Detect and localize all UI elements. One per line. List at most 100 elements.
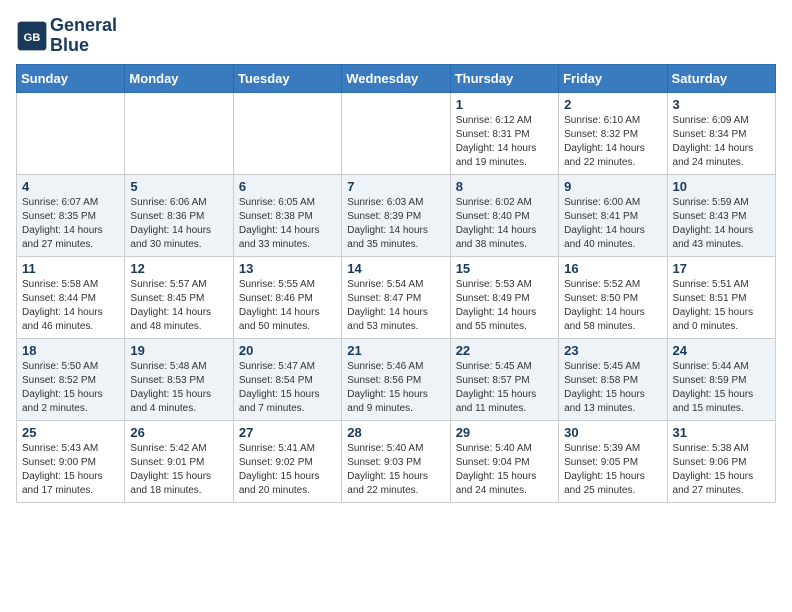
day-info: Sunrise: 5:42 AM Sunset: 9:01 PM Dayligh… <box>130 442 227 498</box>
day-info: Sunrise: 5:41 AM Sunset: 9:02 PM Dayligh… <box>239 442 336 498</box>
calendar-week-row: 18Sunrise: 5:50 AM Sunset: 8:52 PM Dayli… <box>17 338 776 420</box>
day-number: 23 <box>564 343 661 358</box>
calendar-week-row: 25 Sunrise: 5:43 AM Sunset: 9:00 PM Dayli… <box>17 420 776 502</box>
calendar-day-cell <box>233 92 341 174</box>
calendar-day-cell: 30Sunrise: 5:39 AM Sunset: 9:05 PM Dayli… <box>559 420 667 502</box>
day-info: Sunrise: 6:12 AM Sunset: 8:31 PM Dayligh… <box>456 114 553 170</box>
calendar-day-cell: 24 Sunrise: 5:44 AM Sunset: 8:59 PM Dayli… <box>667 338 775 420</box>
day-info: Sunrise: 5:51 AM Sunset: 8:51 PM Dayligh… <box>673 278 770 334</box>
day-number: 3 <box>673 97 770 112</box>
day-info: Sunrise: 5:46 AM Sunset: 8:56 PM Dayligh… <box>347 360 444 416</box>
day-number: 7 <box>347 179 444 194</box>
column-header-thursday: Thursday <box>450 64 558 92</box>
day-info: Sunrise: 5:58 AM Sunset: 8:44 PM Dayligh… <box>22 278 119 334</box>
day-info: Sunrise: 6:05 AM Sunset: 8:38 PM Dayligh… <box>239 196 336 252</box>
day-info: Sunrise: 5:55 AM Sunset: 8:46 PM Dayligh… <box>239 278 336 334</box>
day-info: Sunrise: 5:44 AM Sunset: 8:59 PM Dayligh… <box>673 360 770 416</box>
calendar-day-cell: 7 Sunrise: 6:03 AM Sunset: 8:39 PM Daylig… <box>342 174 450 256</box>
calendar-week-row: 1 Sunrise: 6:12 AM Sunset: 8:31 PM Daylig… <box>17 92 776 174</box>
day-info: Sunrise: 6:10 AM Sunset: 8:32 PM Dayligh… <box>564 114 661 170</box>
calendar-day-cell: 21 Sunrise: 5:46 AM Sunset: 8:56 PM Dayli… <box>342 338 450 420</box>
column-header-saturday: Saturday <box>667 64 775 92</box>
column-header-wednesday: Wednesday <box>342 64 450 92</box>
day-info: Sunrise: 5:53 AM Sunset: 8:49 PM Dayligh… <box>456 278 553 334</box>
day-number: 13 <box>239 261 336 276</box>
day-number: 28 <box>347 425 444 440</box>
calendar-day-cell: 25 Sunrise: 5:43 AM Sunset: 9:00 PM Dayli… <box>17 420 125 502</box>
calendar-day-cell: 5 Sunrise: 6:06 AM Sunset: 8:36 PM Daylig… <box>125 174 233 256</box>
calendar-day-cell: 29Sunrise: 5:40 AM Sunset: 9:04 PM Dayli… <box>450 420 558 502</box>
day-info: Sunrise: 5:59 AM Sunset: 8:43 PM Dayligh… <box>673 196 770 252</box>
day-number: 8 <box>456 179 553 194</box>
day-info: Sunrise: 5:45 AM Sunset: 8:58 PM Dayligh… <box>564 360 661 416</box>
calendar-day-cell: 17Sunrise: 5:51 AM Sunset: 8:51 PM Dayli… <box>667 256 775 338</box>
calendar-day-cell: 20Sunrise: 5:47 AM Sunset: 8:54 PM Dayli… <box>233 338 341 420</box>
calendar-day-cell: 3 Sunrise: 6:09 AM Sunset: 8:34 PM Daylig… <box>667 92 775 174</box>
calendar-day-cell: 16 Sunrise: 5:52 AM Sunset: 8:50 PM Dayli… <box>559 256 667 338</box>
calendar-day-cell: 13 Sunrise: 5:55 AM Sunset: 8:46 PM Dayli… <box>233 256 341 338</box>
day-number: 25 <box>22 425 119 440</box>
logo-icon: GB <box>16 20 48 52</box>
day-number: 31 <box>673 425 770 440</box>
calendar-week-row: 11 Sunrise: 5:58 AM Sunset: 8:44 PM Dayli… <box>17 256 776 338</box>
day-number: 18 <box>22 343 119 358</box>
day-number: 6 <box>239 179 336 194</box>
calendar-day-cell: 19 Sunrise: 5:48 AM Sunset: 8:53 PM Dayli… <box>125 338 233 420</box>
header: GB General Blue <box>16 16 776 56</box>
day-number: 9 <box>564 179 661 194</box>
day-info: Sunrise: 5:43 AM Sunset: 9:00 PM Dayligh… <box>22 442 119 498</box>
day-number: 19 <box>130 343 227 358</box>
calendar-day-cell: 1 Sunrise: 6:12 AM Sunset: 8:31 PM Daylig… <box>450 92 558 174</box>
day-number: 15 <box>456 261 553 276</box>
day-info: Sunrise: 5:52 AM Sunset: 8:50 PM Dayligh… <box>564 278 661 334</box>
day-number: 16 <box>564 261 661 276</box>
day-info: Sunrise: 6:00 AM Sunset: 8:41 PM Dayligh… <box>564 196 661 252</box>
day-info: Sunrise: 5:48 AM Sunset: 8:53 PM Dayligh… <box>130 360 227 416</box>
calendar-day-cell: 15 Sunrise: 5:53 AM Sunset: 8:49 PM Dayli… <box>450 256 558 338</box>
day-number: 24 <box>673 343 770 358</box>
day-number: 11 <box>22 261 119 276</box>
day-number: 21 <box>347 343 444 358</box>
calendar-day-cell: 10 Sunrise: 5:59 AM Sunset: 8:43 PM Dayli… <box>667 174 775 256</box>
calendar-day-cell: 23 Sunrise: 5:45 AM Sunset: 8:58 PM Dayli… <box>559 338 667 420</box>
calendar-day-cell: 26 Sunrise: 5:42 AM Sunset: 9:01 PM Dayli… <box>125 420 233 502</box>
calendar-week-row: 4Sunrise: 6:07 AM Sunset: 8:35 PM Daylig… <box>17 174 776 256</box>
calendar-day-cell: 14 Sunrise: 5:54 AM Sunset: 8:47 PM Dayli… <box>342 256 450 338</box>
calendar-header-row: SundayMondayTuesdayWednesdayThursdayFrid… <box>17 64 776 92</box>
day-info: Sunrise: 6:03 AM Sunset: 8:39 PM Dayligh… <box>347 196 444 252</box>
day-number: 10 <box>673 179 770 194</box>
calendar-day-cell: 12Sunrise: 5:57 AM Sunset: 8:45 PM Dayli… <box>125 256 233 338</box>
calendar-day-cell <box>342 92 450 174</box>
day-info: Sunrise: 6:09 AM Sunset: 8:34 PM Dayligh… <box>673 114 770 170</box>
day-info: Sunrise: 5:45 AM Sunset: 8:57 PM Dayligh… <box>456 360 553 416</box>
calendar-day-cell: 8 Sunrise: 6:02 AM Sunset: 8:40 PM Daylig… <box>450 174 558 256</box>
calendar-day-cell: 4Sunrise: 6:07 AM Sunset: 8:35 PM Daylig… <box>17 174 125 256</box>
day-number: 27 <box>239 425 336 440</box>
day-number: 14 <box>347 261 444 276</box>
day-info: Sunrise: 6:07 AM Sunset: 8:35 PM Dayligh… <box>22 196 119 252</box>
day-info: Sunrise: 5:40 AM Sunset: 9:03 PM Dayligh… <box>347 442 444 498</box>
day-number: 1 <box>456 97 553 112</box>
calendar-day-cell: 31 Sunrise: 5:38 AM Sunset: 9:06 PM Dayli… <box>667 420 775 502</box>
day-info: Sunrise: 5:40 AM Sunset: 9:04 PM Dayligh… <box>456 442 553 498</box>
day-number: 12 <box>130 261 227 276</box>
calendar-day-cell: 2Sunrise: 6:10 AM Sunset: 8:32 PM Daylig… <box>559 92 667 174</box>
column-header-friday: Friday <box>559 64 667 92</box>
day-info: Sunrise: 6:02 AM Sunset: 8:40 PM Dayligh… <box>456 196 553 252</box>
day-number: 20 <box>239 343 336 358</box>
calendar-day-cell: 22Sunrise: 5:45 AM Sunset: 8:57 PM Dayli… <box>450 338 558 420</box>
calendar-day-cell: 27 Sunrise: 5:41 AM Sunset: 9:02 PM Dayli… <box>233 420 341 502</box>
day-number: 26 <box>130 425 227 440</box>
column-header-sunday: Sunday <box>17 64 125 92</box>
day-info: Sunrise: 6:06 AM Sunset: 8:36 PM Dayligh… <box>130 196 227 252</box>
column-header-monday: Monday <box>125 64 233 92</box>
column-header-tuesday: Tuesday <box>233 64 341 92</box>
calendar-day-cell: 11 Sunrise: 5:58 AM Sunset: 8:44 PM Dayli… <box>17 256 125 338</box>
day-number: 5 <box>130 179 227 194</box>
calendar-day-cell <box>17 92 125 174</box>
day-info: Sunrise: 5:38 AM Sunset: 9:06 PM Dayligh… <box>673 442 770 498</box>
day-info: Sunrise: 5:54 AM Sunset: 8:47 PM Dayligh… <box>347 278 444 334</box>
logo-text: General Blue <box>50 16 117 56</box>
svg-text:GB: GB <box>24 32 41 44</box>
calendar-day-cell: 18Sunrise: 5:50 AM Sunset: 8:52 PM Dayli… <box>17 338 125 420</box>
